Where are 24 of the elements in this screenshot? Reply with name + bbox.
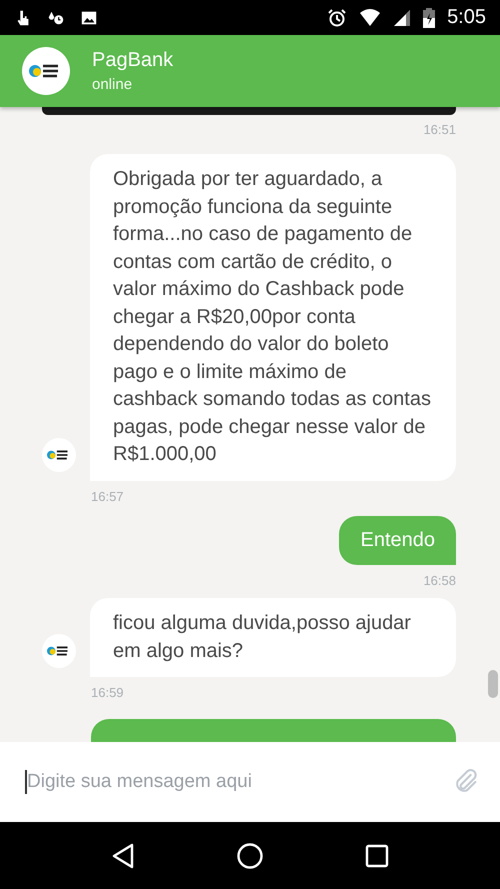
message-time: 16:51 [423,122,456,137]
message-text: ficou alguma duvida,posso ajudar em algo mais? [113,612,411,662]
chat-title: PagBank [92,49,174,72]
signal-icon [393,8,412,26]
message-time: 16:58 [423,573,456,588]
message-time: 16:59 [91,685,125,700]
image-icon [80,8,98,26]
wifi-icon [359,8,382,26]
message-time: 16:57 [91,488,125,504]
message-input[interactable]: Digite sua mensagem aqui [27,771,452,793]
home-icon[interactable] [236,842,264,870]
scrollbar-thumb[interactable] [488,670,498,698]
logo-icon [22,47,70,95]
alarm-icon [327,8,348,28]
online-status: online [92,76,134,93]
battery-icon [423,8,436,28]
message-text: Obrigada por ter aguardado, a promoção funciona da seguinte forma...no caso de pagamento de contas com cartão de crédito, o valor máximo do Cashback pode chegar a R$20,00por conta dependendo do valor do boleto pago e o limite máximo de cashback somando todas as contas pagas, pode chegar nesse valor de R$1.000,00 [113,168,431,465]
logo-icon [42,634,76,668]
text-cursor [25,770,27,794]
recents-icon[interactable] [365,844,390,868]
back-icon[interactable] [110,842,135,868]
logo-icon [42,438,76,472]
message-text: Entendo [360,528,435,550]
clock-time: 5:05 [447,6,486,29]
